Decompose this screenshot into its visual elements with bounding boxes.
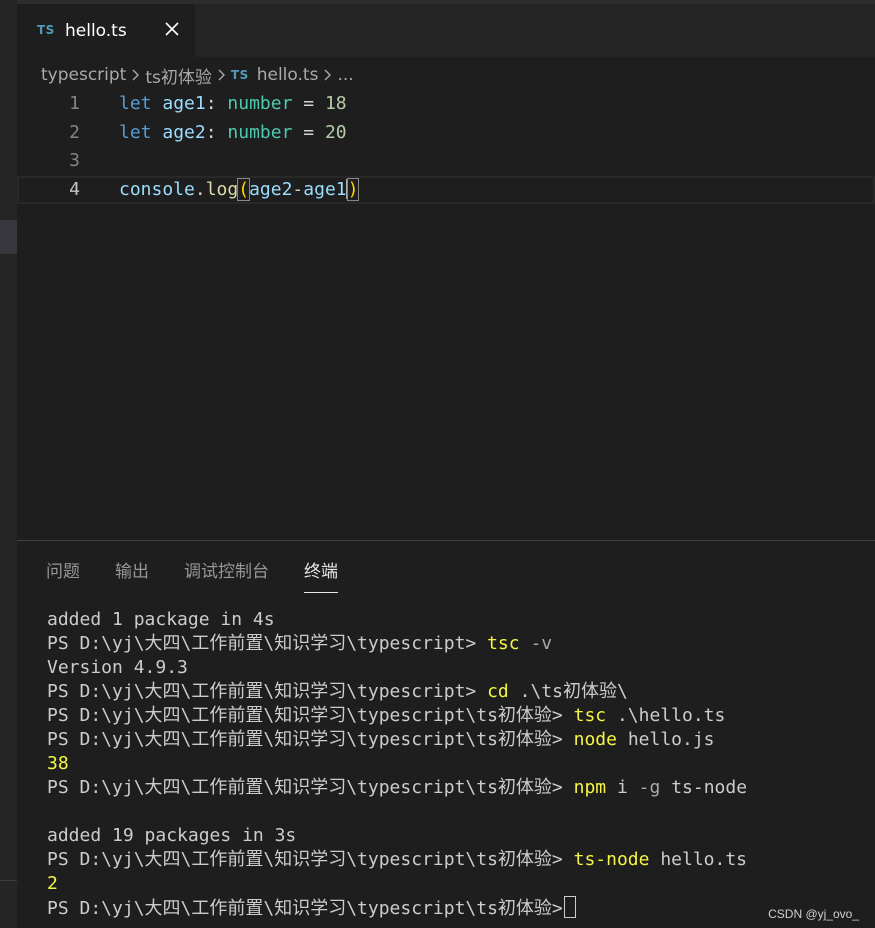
line-number: 4 xyxy=(69,178,80,200)
code-line[interactable]: 3 xyxy=(17,147,875,176)
typescript-file-icon: TS xyxy=(37,23,55,37)
terminal-line: Version 4.9.3 xyxy=(47,657,188,678)
terminal-command: node xyxy=(573,729,617,750)
punctuation-token: . xyxy=(194,178,206,200)
typescript-file-icon: TS xyxy=(230,68,249,82)
terminal-argument: hello.ts xyxy=(660,849,748,870)
terminal-line: PS D:\yj\大四\工作前置\知识学习\typescript> cd .\t… xyxy=(47,680,867,704)
bottom-panel: 问题 输出 调试控制台 终端 added 1 package in 4s PS … xyxy=(17,540,875,928)
terminal-line: added 1 package in 4s xyxy=(47,609,275,630)
terminal-line: PS D:\yj\大四\工作前置\知识学习\typescript\ts初体验> … xyxy=(47,704,867,728)
terminal-line: 2 xyxy=(47,873,58,894)
open-paren-token: ( xyxy=(237,177,251,201)
breadcrumb-item-file[interactable]: hello.ts xyxy=(257,65,319,85)
code-text[interactable]: console.log(age2-age1) xyxy=(119,176,360,205)
editor-tab-bar: TS hello.ts xyxy=(17,0,875,57)
terminal-flag: -v xyxy=(530,633,553,654)
terminal-command: ts-node xyxy=(573,849,650,870)
terminal-argument: ts-node xyxy=(671,777,748,798)
terminal-command: tsc xyxy=(573,705,607,726)
code-line-current[interactable]: 4 console.log(age2-age1) xyxy=(17,175,875,205)
terminal-argument: hello.js xyxy=(627,729,715,750)
operator-token: = xyxy=(303,93,315,114)
operator-token: - xyxy=(292,178,304,200)
code-line[interactable]: 2 let age2: number = 20 xyxy=(17,119,875,148)
chevron-right-icon xyxy=(324,69,332,81)
number-token: 20 xyxy=(324,121,347,143)
line-number: 2 xyxy=(69,121,80,143)
terminal-prompt: PS D:\yj\大四\工作前置\知识学习\typescript> xyxy=(47,681,477,702)
tab-problems[interactable]: 问题 xyxy=(46,557,80,590)
type-token: number xyxy=(227,93,293,114)
terminal-cursor xyxy=(563,896,576,918)
activity-strip xyxy=(0,0,17,928)
code-text[interactable]: let age2: number = 20 xyxy=(119,119,347,148)
terminal-argument: i xyxy=(616,777,628,798)
terminal-line: PS D:\yj\大四\工作前置\知识学习\typescript\ts初体验> … xyxy=(47,776,867,800)
line-number: 3 xyxy=(69,150,80,171)
type-token: number xyxy=(227,121,293,143)
tab-hello-ts[interactable]: TS hello.ts xyxy=(17,4,195,57)
chevron-right-icon xyxy=(132,69,140,81)
chevron-right-icon xyxy=(218,69,225,81)
code-area[interactable]: 1 let age1: number = 18 2 let age2: numb… xyxy=(17,90,875,204)
punctuation-token: : xyxy=(205,93,217,114)
terminal-argument: .\hello.ts xyxy=(616,705,726,726)
terminal-line: PS D:\yj\大四\工作前置\知识学习\typescript> tsc -v xyxy=(47,632,867,656)
terminal-command: cd xyxy=(487,681,509,702)
close-icon[interactable] xyxy=(161,18,183,40)
code-line[interactable]: 1 let age1: number = 18 xyxy=(17,90,875,119)
terminal-line: PS D:\yj\大四\工作前置\知识学习\typescript\ts初体验> … xyxy=(47,728,867,752)
close-paren-token: ) xyxy=(346,177,360,201)
terminal-prompt: PS D:\yj\大四\工作前置\知识学习\typescript\ts初体验> xyxy=(47,849,563,870)
breadcrumb-item-typescript[interactable]: typescript xyxy=(41,65,126,85)
watermark: CSDN @yj_ovo_ xyxy=(768,907,859,921)
terminal-command: npm xyxy=(573,777,607,798)
tab-title: hello.ts xyxy=(65,21,127,41)
code-editor[interactable]: typescript ts初体验 TS hello.ts ... 1 let a… xyxy=(17,57,875,540)
activity-strip-selected[interactable] xyxy=(0,220,17,254)
terminal-prompt: PS D:\yj\大四\工作前置\知识学习\typescript\ts初体验> xyxy=(47,705,563,726)
number-token: 18 xyxy=(324,93,347,114)
punctuation-token: : xyxy=(205,121,217,143)
terminal-prompt: PS D:\yj\大四\工作前置\知识学习\typescript\ts初体验> xyxy=(47,729,563,750)
terminal-argument: .\ts初体验\ xyxy=(519,681,628,702)
keyword-token: let xyxy=(119,93,152,114)
breadcrumb-item-folder[interactable]: ts初体验 xyxy=(145,63,212,88)
breadcrumb-item-more[interactable]: ... xyxy=(337,65,353,85)
variable-token: age2 xyxy=(162,121,206,143)
terminal-output[interactable]: added 1 package in 4s PS D:\yj\大四\工作前置\知… xyxy=(47,608,867,920)
terminal-line: PS D:\yj\大四\工作前置\知识学习\typescript\ts初体验> … xyxy=(47,848,867,872)
panel-tabs: 问题 输出 调试控制台 终端 xyxy=(46,557,373,593)
function-token: log xyxy=(205,178,239,200)
terminal-command: tsc xyxy=(487,633,520,654)
operator-token: = xyxy=(303,121,315,143)
terminal-line: PS D:\yj\大四\工作前置\知识学习\typescript\ts初体验> xyxy=(47,896,867,920)
breadcrumb: typescript ts初体验 TS hello.ts ... xyxy=(41,63,354,88)
terminal-line: added 19 packages in 3s xyxy=(47,825,297,846)
terminal-prompt: PS D:\yj\大四\工作前置\知识学习\typescript> xyxy=(47,633,477,654)
keyword-token: let xyxy=(119,121,152,143)
tab-terminal[interactable]: 终端 xyxy=(304,557,338,593)
terminal-flag: -g xyxy=(638,777,661,798)
terminal-prompt: PS D:\yj\大四\工作前置\知识学习\typescript\ts初体验> xyxy=(47,898,563,919)
variable-token: console xyxy=(119,178,195,200)
divider xyxy=(0,880,17,881)
terminal-line: 38 xyxy=(47,753,69,774)
variable-token: age1 xyxy=(162,93,206,114)
line-number: 1 xyxy=(69,93,80,114)
code-text[interactable]: let age1: number = 18 xyxy=(119,90,347,119)
tab-debug-console[interactable]: 调试控制台 xyxy=(184,557,269,590)
terminal-prompt: PS D:\yj\大四\工作前置\知识学习\typescript\ts初体验> xyxy=(47,777,563,798)
tab-output[interactable]: 输出 xyxy=(115,557,149,590)
variable-token: age2 xyxy=(249,178,293,200)
variable-token: age1 xyxy=(303,178,347,200)
